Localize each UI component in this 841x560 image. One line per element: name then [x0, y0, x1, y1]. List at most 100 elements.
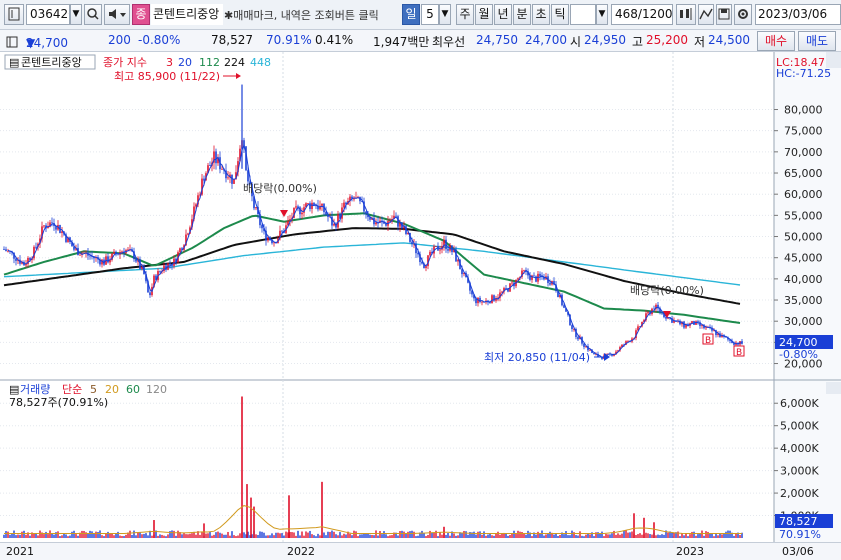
interval-input[interactable]: [570, 4, 596, 25]
volume-bar: [369, 534, 371, 538]
volume-tick-label: 6,000K: [780, 397, 819, 410]
volume-bar: [535, 534, 537, 538]
period-second-button[interactable]: 초: [532, 4, 550, 25]
volume-bar: [219, 532, 221, 538]
group-badge-icon[interactable]: 종: [132, 4, 150, 25]
volume-bar: [429, 530, 431, 538]
volume-bar: [317, 533, 319, 538]
legend-ma3: 3: [166, 56, 173, 69]
volume-bar: [377, 535, 379, 538]
hc-label: HC:-71.25: [776, 67, 831, 80]
volume-bar: [29, 535, 31, 538]
draw-tool-icon[interactable]: [698, 4, 714, 25]
candle-body: [333, 223, 335, 226]
volume-bar: [337, 535, 339, 538]
period-count-input[interactable]: 5: [421, 4, 439, 25]
stock-code-input[interactable]: 036420: [26, 4, 70, 25]
interval-dropdown-icon[interactable]: ▼: [596, 4, 608, 25]
volume-bar: [401, 530, 403, 538]
volume-bar: [437, 536, 439, 538]
volume-bar: [267, 535, 269, 538]
chart-menu-icon[interactable]: [4, 4, 24, 25]
speaker-icon[interactable]: [104, 4, 130, 25]
sell-button[interactable]: 매도: [798, 31, 836, 51]
volume-bar: [645, 532, 647, 538]
volume-bar: [513, 530, 515, 538]
volume-bar: [97, 531, 99, 538]
candle-type-icon[interactable]: [676, 4, 696, 25]
volume-bar: [411, 530, 413, 538]
volume-bar: [211, 535, 213, 538]
search-icon[interactable]: [84, 4, 102, 25]
x-label-2022: 2022: [287, 545, 315, 558]
period-week-button[interactable]: 주: [456, 4, 474, 25]
candle-body: [281, 230, 283, 232]
volume-legend-checkbox-icon[interactable]: ▤: [9, 383, 19, 396]
volume-spike-bar: [288, 495, 290, 538]
period-month-button[interactable]: 월: [475, 4, 493, 25]
scroll-up-icon[interactable]: [826, 52, 841, 68]
volume-bar: [667, 532, 669, 538]
volume-bar: [307, 532, 309, 538]
volume-bar: [233, 535, 235, 538]
price-tick-label: 50,000: [784, 231, 823, 244]
volume-bar: [297, 530, 299, 538]
x-label-2021: 2021: [6, 545, 34, 558]
time-axis[interactable]: 2021 2022 2023 03/06: [0, 542, 841, 560]
volume-bar: [263, 532, 265, 538]
volume-bar: [517, 530, 519, 538]
candle-body: [517, 278, 519, 280]
candle-body: [577, 337, 579, 340]
volume-bar: [59, 536, 61, 538]
code-dropdown-icon[interactable]: ▼: [70, 4, 82, 25]
volume-bar: [383, 531, 385, 538]
volume-bar: [279, 533, 281, 538]
volume-bar: [507, 535, 509, 538]
candle-body: [215, 151, 217, 164]
volume-bar: [129, 530, 131, 538]
price-legend: ▤ 콘텐트리중앙 종가 지수 3 20 112 224 448: [4, 54, 271, 70]
volume-bar: [423, 533, 425, 538]
volume-bar: [405, 533, 407, 538]
volume-bar: [491, 535, 493, 538]
buy-button[interactable]: 매수: [757, 31, 795, 51]
period-minute-button[interactable]: 분: [513, 4, 531, 25]
volume-bar: [235, 536, 237, 538]
period-day-button[interactable]: 일: [402, 4, 420, 25]
legend-checkbox-icon[interactable]: ▤: [9, 56, 19, 69]
volume-bar: [483, 531, 485, 538]
period-tick-button[interactable]: 틱: [551, 4, 569, 25]
price-tick-label: 35,000: [784, 294, 823, 307]
volume-bar: [101, 535, 103, 538]
volume-bar: [51, 533, 53, 538]
date-input[interactable]: 2023/03/06: [755, 4, 841, 25]
candle-body: [549, 282, 551, 285]
volume-bar: [559, 534, 561, 538]
settings-toggle-icon[interactable]: [6, 34, 18, 48]
scroll-handle-icon[interactable]: [826, 382, 841, 394]
volume-bar: [725, 531, 727, 538]
chart-area[interactable]: ▤ 콘텐트리중앙 종가 지수 3 20 112 224 448 최고 85,90…: [0, 52, 841, 542]
gear-icon[interactable]: [734, 4, 752, 25]
x-label-current-date: 03/06: [782, 545, 814, 558]
period-year-button[interactable]: 년: [494, 4, 512, 25]
bar-count-display[interactable]: 468/1200: [611, 4, 673, 25]
candle-body: [159, 271, 161, 272]
volume-bar: [727, 530, 729, 538]
volume-bar: [167, 534, 169, 538]
volume-bar: [409, 531, 411, 538]
volume-bar: [171, 530, 173, 538]
period-dropdown-icon[interactable]: ▼: [439, 4, 451, 25]
volume-bar: [23, 530, 25, 538]
volume-bar: [269, 535, 271, 538]
candle-body: [533, 275, 535, 277]
best-ask: 24,750: [476, 33, 518, 47]
volume-bar: [17, 534, 19, 538]
volume-bar: [99, 530, 101, 538]
volume-bar: [123, 536, 125, 538]
volume-bar: [83, 530, 85, 538]
volume-bar: [355, 531, 357, 538]
save-icon[interactable]: [716, 4, 732, 25]
volume-bar: [701, 530, 703, 538]
volume-bar: [187, 534, 189, 538]
